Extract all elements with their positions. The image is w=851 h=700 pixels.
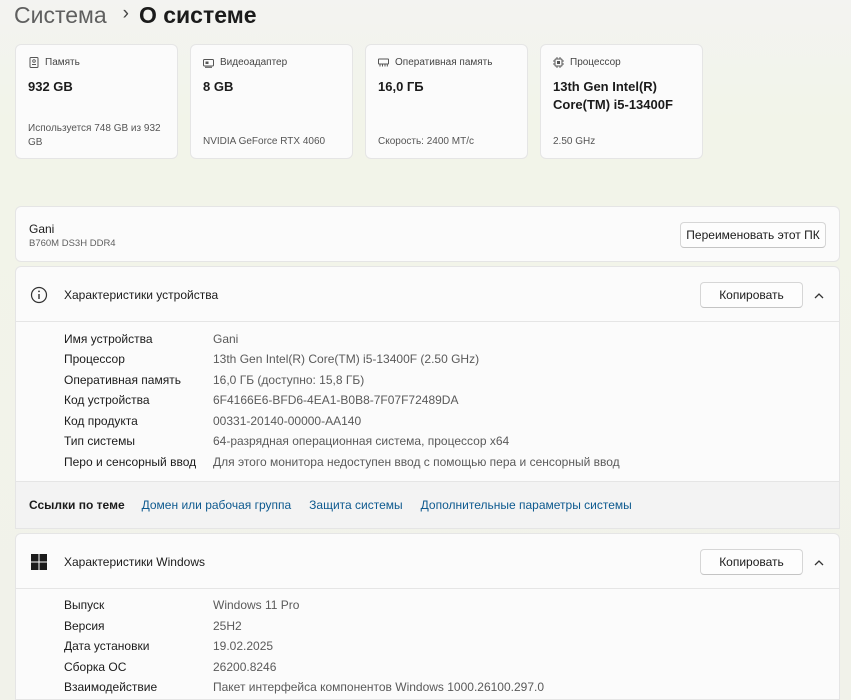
spec-value: 00331-20140-00000-AA140 <box>213 414 362 428</box>
related-links-label: Ссылки по теме <box>29 498 125 512</box>
chevron-up-icon[interactable] <box>813 556 825 568</box>
gpu-card-value: 8 GB <box>203 79 234 94</box>
spec-value: 19.02.2025 <box>213 639 274 653</box>
spec-key: Имя устройства <box>64 332 153 346</box>
ram-icon <box>378 57 389 68</box>
copy-device-specs-button[interactable]: Копировать <box>700 282 803 308</box>
advanced-system-settings-link[interactable]: Дополнительные параметры системы <box>421 498 632 512</box>
ram-card-label: Оперативная память <box>395 57 493 68</box>
storage-card-label: Память <box>45 57 80 68</box>
device-name-bar: Gani B760M DS3H DDR4 Переименовать этот … <box>15 206 840 262</box>
spec-value: 64-разрядная операционная система, проце… <box>213 434 510 448</box>
system-protection-link[interactable]: Защита системы <box>309 498 402 512</box>
spec-key: Код продукта <box>64 414 138 428</box>
page-title: О системе <box>138 1 257 28</box>
cpu-card-sub: 2.50 GHz <box>553 136 596 147</box>
chevron-up-icon[interactable] <box>813 289 825 301</box>
device-model: B760M DS3H DDR4 <box>29 238 116 249</box>
windows-specs-header[interactable]: Характеристики Windows Копировать <box>15 533 840 589</box>
device-specs-header[interactable]: Характеристики устройства Копировать <box>15 266 840 322</box>
breadcrumb-separator: › <box>122 3 129 24</box>
spec-key: Сборка ОС <box>64 660 127 674</box>
cpu-icon <box>553 57 564 68</box>
related-links-bar: Ссылки по теме Домен или рабочая группа … <box>15 482 840 529</box>
spec-key: Взаимодействие <box>64 680 158 694</box>
breadcrumb-parent[interactable]: Система <box>14 2 107 29</box>
info-icon <box>30 286 48 304</box>
spec-value: Для этого монитора недоступен ввод с пом… <box>213 455 620 469</box>
spec-value: 25H2 <box>213 619 242 633</box>
spec-key: Код устройства <box>64 393 150 407</box>
ram-card-value: 16,0 ГБ <box>378 79 424 94</box>
spec-value: 16,0 ГБ (доступно: 15,8 ГБ) <box>213 373 365 387</box>
spec-value: Windows 11 Pro <box>213 598 300 612</box>
domain-workgroup-link[interactable]: Домен или рабочая группа <box>142 498 292 512</box>
gpu-card[interactable]: Видеоадаптер 8 GB NVIDIA GeForce RTX 406… <box>190 44 353 159</box>
cpu-card-value: 13th Gen Intel(R) Core(TM) i5-13400F <box>553 79 673 112</box>
windows-specs-title: Характеристики Windows <box>64 555 205 569</box>
spec-value: 6F4166E6-BFD6-4EA1-B0B8-7F07F72489DA <box>213 393 459 407</box>
device-specs-body: Имя устройства Gani Процессор 13th Gen Int… <box>15 322 840 482</box>
breadcrumb: Система › О системе <box>14 0 257 30</box>
gpu-icon <box>203 57 214 68</box>
gpu-card-sub: NVIDIA GeForce RTX 4060 <box>203 136 326 147</box>
spec-key: Тип системы <box>64 434 135 448</box>
gpu-card-label: Видеоадаптер <box>220 57 288 68</box>
spec-key: Версия <box>64 619 105 633</box>
spec-key: Процессор <box>64 352 125 366</box>
spec-key: Перо и сенсорный ввод <box>64 455 197 469</box>
spec-value: 13th Gen Intel(R) Core(TM) i5-13400F (2.… <box>213 352 480 366</box>
cpu-card[interactable]: Процессор 13th Gen Intel(R) Core(TM) i5-… <box>540 44 703 159</box>
ram-card[interactable]: Оперативная память 16,0 ГБ Скорость: 240… <box>365 44 528 159</box>
spec-value: 26200.8246 <box>213 660 277 674</box>
ram-card-sub: Скорость: 2400 MT/c <box>378 136 474 147</box>
spec-value: Gani <box>213 332 239 346</box>
copy-windows-specs-button[interactable]: Копировать <box>700 549 803 575</box>
cpu-card-label: Процессор <box>570 57 621 68</box>
device-name: Gani <box>29 222 55 236</box>
spec-key: Выпуск <box>64 598 105 612</box>
rename-pc-button[interactable]: Переименовать этот ПК <box>680 222 826 248</box>
storage-card-sub: Используется 748 GB из 932 GB <box>28 123 161 148</box>
storage-card[interactable]: Память 932 GB Используется 748 GB из 932… <box>15 44 178 159</box>
storage-card-value: 932 GB <box>28 79 73 94</box>
spec-key: Оперативная память <box>64 373 181 387</box>
windows-logo-icon <box>30 553 48 571</box>
spec-value: Пакет интерфейса компонентов Windows 100… <box>213 680 545 694</box>
windows-specs-body: Выпуск Windows 11 Pro Версия 25H2 Дата уст… <box>15 589 840 700</box>
device-specs-title: Характеристики устройства <box>64 288 219 302</box>
spec-key: Дата установки <box>64 639 150 653</box>
storage-icon <box>28 57 39 68</box>
